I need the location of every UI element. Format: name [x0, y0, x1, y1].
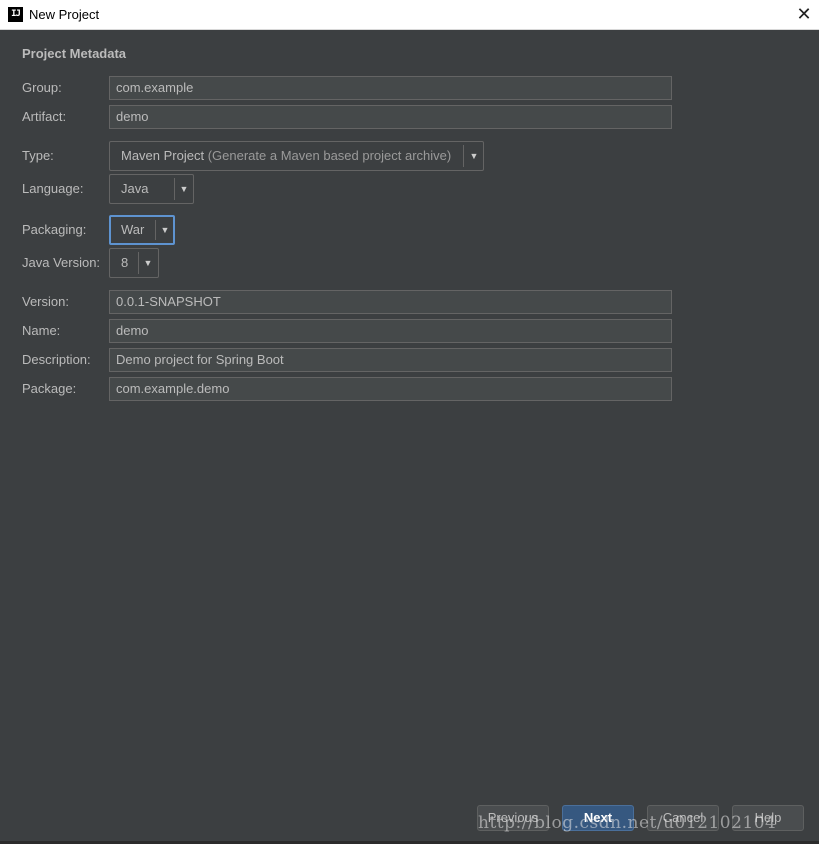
watermark: http://blog.csdn.net/u012102104 — [478, 813, 777, 833]
window-title: New Project — [29, 7, 100, 22]
type-label: Type: — [22, 148, 54, 163]
type-value: Maven Project — [121, 148, 205, 163]
artifact-label: Artifact: — [22, 109, 67, 124]
packaging-value: War — [121, 222, 145, 237]
type-description: (Generate a Maven based project archive) — [207, 148, 452, 163]
language-dropdown[interactable]: Java ▼ — [109, 174, 194, 204]
version-field[interactable]: 0.0.1-SNAPSHOT — [109, 290, 672, 314]
chevron-down-icon[interactable]: ▼ — [175, 175, 193, 203]
dropdown-separator — [463, 145, 464, 167]
java-version-label: Java Version: — [22, 255, 101, 270]
description-label: Description: — [22, 352, 91, 367]
intellij-icon: IJ — [8, 7, 23, 22]
chevron-down-icon[interactable]: ▼ — [465, 142, 483, 170]
group-field[interactable]: com.example — [109, 76, 672, 100]
package-label: Package: — [22, 381, 77, 396]
group-label: Group: — [22, 80, 62, 95]
artifact-field[interactable]: demo — [109, 105, 672, 129]
type-dropdown[interactable]: Maven Project (Generate a Maven based pr… — [109, 141, 484, 171]
chevron-down-icon[interactable]: ▼ — [156, 217, 174, 243]
package-field[interactable]: com.example.demo — [109, 377, 672, 401]
description-field[interactable]: Demo project for Spring Boot — [109, 348, 672, 372]
section-title: Project Metadata — [22, 46, 127, 61]
name-field[interactable]: demo — [109, 319, 672, 343]
packaging-dropdown[interactable]: War ▼ — [109, 215, 175, 245]
java-version-value: 8 — [121, 255, 129, 270]
version-label: Version: — [22, 294, 69, 309]
packaging-label: Packaging: — [22, 222, 87, 237]
chevron-down-icon[interactable]: ▼ — [139, 249, 157, 277]
language-value: Java — [121, 181, 149, 196]
close-icon[interactable]: ✕ — [794, 5, 814, 25]
language-label: Language: — [22, 181, 84, 196]
name-label: Name: — [22, 323, 61, 338]
title-bar: IJ New Project ✕ — [0, 0, 819, 30]
java-version-dropdown[interactable]: 8 ▼ — [109, 248, 159, 278]
